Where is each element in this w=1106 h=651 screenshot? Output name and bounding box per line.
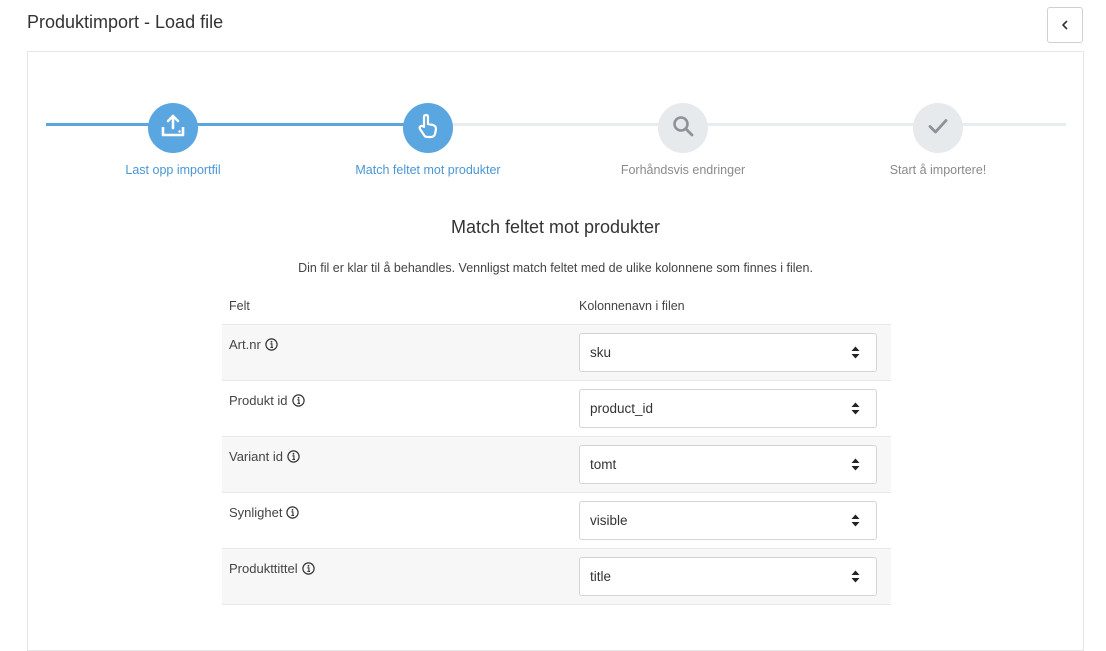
select-cell: visible xyxy=(579,493,891,548)
section-title: Match feltet mot produkter xyxy=(450,217,661,237)
info-icon[interactable] xyxy=(287,450,300,463)
select-cell: tomt xyxy=(579,437,891,492)
select-value: sku xyxy=(590,345,612,360)
step-label: Start å importere! xyxy=(889,163,987,177)
step-label: Last opp importfil xyxy=(125,163,221,177)
step-label: Forhåndsvis endringer xyxy=(620,163,746,177)
select-cell: product_id xyxy=(579,381,891,436)
table-row: Art.nr sku xyxy=(222,325,891,381)
select-value: tomt xyxy=(590,457,617,472)
field-label: Synlighet xyxy=(229,505,283,520)
step-match[interactable]: Match feltet mot produkter xyxy=(328,103,528,177)
select-arrows-icon xyxy=(851,458,860,471)
select-value: title xyxy=(590,569,612,584)
select-cell: sku xyxy=(579,325,891,380)
table-row: Produkt id product_id xyxy=(222,381,891,437)
section-description: Din fil er klar til å behandles. Vennlig… xyxy=(298,261,813,275)
column-select[interactable]: tomt xyxy=(579,445,877,484)
search-icon xyxy=(671,114,695,143)
step-preview[interactable]: Forhåndsvis endringer xyxy=(583,103,783,177)
column-select[interactable]: sku xyxy=(579,333,877,372)
upload-tray-icon xyxy=(160,113,186,144)
select-value: visible xyxy=(590,513,628,528)
select-arrows-icon xyxy=(851,514,860,527)
table-row: Produkttittel title xyxy=(222,549,891,605)
info-icon[interactable] xyxy=(301,562,315,575)
select-value: product_id xyxy=(590,401,654,416)
field-label: Produkttittel xyxy=(229,561,298,576)
select-cell: title xyxy=(579,549,891,604)
select-arrows-icon xyxy=(851,402,860,415)
select-arrows-icon xyxy=(851,346,860,359)
step-upload[interactable]: Last opp importfil xyxy=(73,103,273,177)
field-label: Produkt id xyxy=(229,393,288,408)
field-cell: Produkt id xyxy=(222,381,579,436)
field-label: Art.nr xyxy=(229,337,261,352)
step-circle xyxy=(913,103,963,153)
header-field: Felt xyxy=(229,299,250,313)
import-panel: Last opp importfil Match feltet mot prod… xyxy=(27,51,1084,651)
info-icon[interactable] xyxy=(286,506,300,519)
table-header: Felt Kolonnenavn i filen xyxy=(222,288,891,325)
info-icon[interactable] xyxy=(265,338,278,351)
header-column-name: Kolonnenavn i filen xyxy=(579,299,685,313)
column-select[interactable]: product_id xyxy=(579,389,877,428)
field-cell: Art.nr xyxy=(222,325,579,380)
field-cell: Synlighet xyxy=(222,493,579,548)
column-select[interactable]: title xyxy=(579,557,877,596)
column-select[interactable]: visible xyxy=(579,501,877,540)
chevron-left-icon xyxy=(1060,18,1070,33)
back-button[interactable] xyxy=(1047,7,1083,43)
step-start-import[interactable]: Start å importere! xyxy=(838,103,1038,177)
info-icon[interactable] xyxy=(291,394,305,407)
field-mapping-table: Felt Kolonnenavn i filen Art.nr sku Prod… xyxy=(222,288,891,605)
step-circle xyxy=(403,103,453,153)
field-label: Variant id xyxy=(229,449,283,464)
select-arrows-icon xyxy=(851,570,860,583)
page-title: Produktimport - Load file xyxy=(27,12,224,32)
checkmark-icon xyxy=(927,115,949,142)
field-cell: Produkttittel xyxy=(222,549,579,604)
step-label: Match feltet mot produkter xyxy=(355,163,501,177)
progress-steps: Last opp importfil Match feltet mot prod… xyxy=(28,52,1083,192)
hand-pointer-icon xyxy=(416,113,440,144)
step-circle xyxy=(148,103,198,153)
step-circle xyxy=(658,103,708,153)
field-cell: Variant id xyxy=(222,437,579,492)
table-row: Variant id tomt xyxy=(222,437,891,493)
table-row: Synlighet visible xyxy=(222,493,891,549)
